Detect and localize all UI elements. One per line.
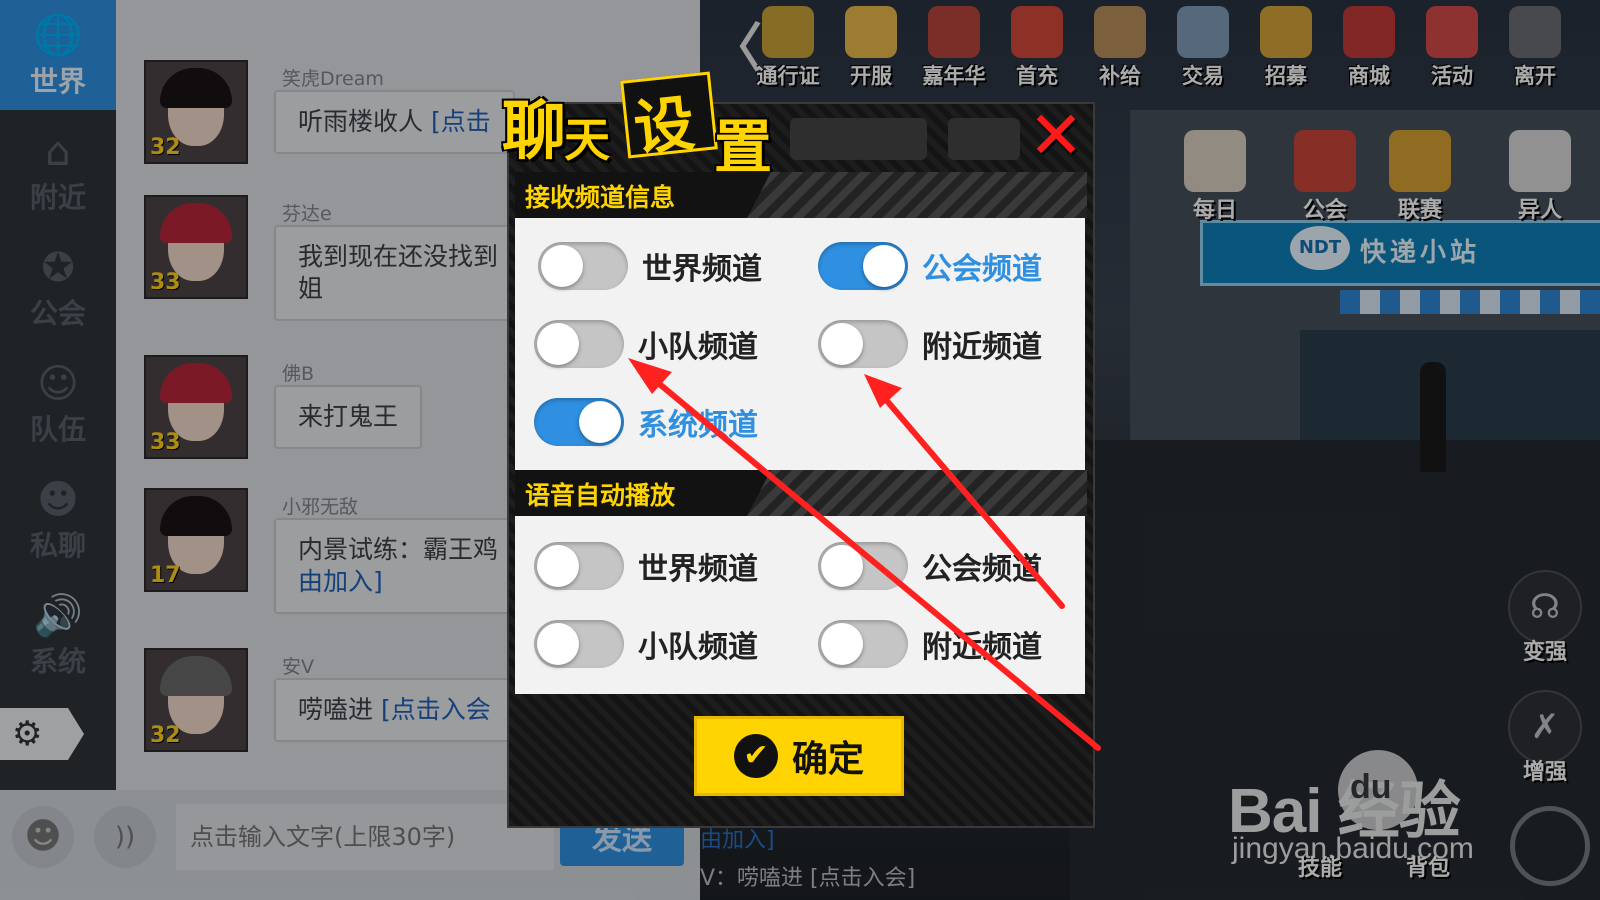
toggle-switch[interactable] (538, 242, 628, 290)
channel-toggle-row[interactable]: 世界频道 (534, 542, 758, 590)
channel-toggle-row[interactable]: 小队频道 (534, 320, 758, 368)
channel-toggle-row[interactable]: 公会频道 (818, 542, 1042, 590)
toggle-knob (821, 623, 863, 665)
dialog-tab-placeholder (790, 118, 862, 160)
dialog-tab-placeholder (948, 118, 1020, 160)
toggle-label: 小队频道 (638, 630, 758, 665)
toggle-label: 附近频道 (922, 330, 1042, 365)
dialog-tab-placeholder (855, 118, 927, 160)
section-header-receive: 接收频道信息 (515, 172, 771, 218)
channel-toggle-row[interactable]: 系统频道 (534, 398, 758, 446)
section-stripe (747, 172, 1087, 218)
section-title-receive: 接收频道信息 (525, 183, 676, 212)
toggle-switch[interactable] (534, 398, 624, 446)
toggle-knob (541, 245, 583, 287)
close-button[interactable]: ✕ (1026, 103, 1086, 169)
section-header-voice: 语音自动播放 (515, 470, 771, 516)
toggle-switch[interactable] (534, 542, 624, 590)
channel-toggle-row[interactable]: 小队频道 (534, 620, 758, 668)
section-stripe (747, 470, 1087, 516)
toggle-label: 小队频道 (638, 330, 758, 365)
toggle-label: 公会频道 (922, 252, 1042, 287)
toggle-switch[interactable] (818, 242, 908, 290)
title-char: 天 (564, 113, 610, 167)
section-title-voice: 语音自动播放 (525, 481, 676, 510)
toggle-knob (579, 401, 621, 443)
toggle-switch[interactable] (818, 320, 908, 368)
toggle-switch[interactable] (818, 542, 908, 590)
channel-toggle-row[interactable]: 世界频道 (538, 242, 762, 290)
toggle-label: 世界频道 (638, 552, 758, 587)
confirm-button[interactable]: ✔ 确定 (694, 716, 904, 796)
toggle-label: 系统频道 (638, 408, 758, 443)
title-char: 聊 (502, 94, 566, 169)
toggle-knob (863, 245, 905, 287)
toggle-knob (537, 323, 579, 365)
toggle-switch[interactable] (818, 620, 908, 668)
title-char: 设 (630, 88, 698, 165)
toggle-switch[interactable] (534, 620, 624, 668)
channel-toggle-row[interactable]: 公会频道 (818, 242, 1042, 290)
confirm-label: 确定 (791, 739, 864, 780)
toggle-knob (821, 545, 863, 587)
toggle-knob (537, 545, 579, 587)
channel-toggle-row[interactable]: 附近频道 (818, 320, 1042, 368)
toggle-label: 公会频道 (922, 552, 1042, 587)
toggle-label: 世界频道 (642, 252, 762, 287)
toggle-knob (537, 623, 579, 665)
checkmark-icon: ✔ (733, 734, 778, 778)
channel-toggle-row[interactable]: 附近频道 (818, 620, 1042, 668)
toggle-knob (821, 323, 863, 365)
title-highlight-box: 设 (620, 71, 718, 165)
toggle-label: 附近频道 (922, 630, 1042, 665)
toggle-switch[interactable] (534, 320, 624, 368)
